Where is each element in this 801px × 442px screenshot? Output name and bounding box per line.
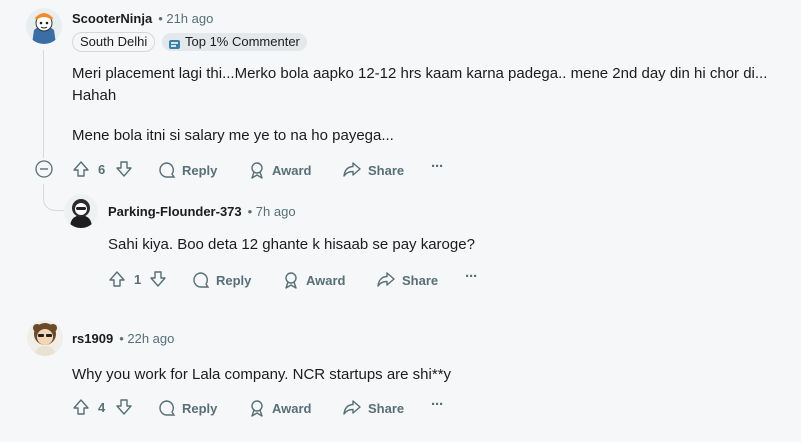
award-label: Award <box>306 272 346 288</box>
vote-count: 4 <box>98 400 106 415</box>
top-commenter-flair: Top 1% Commenter <box>162 33 307 51</box>
share-label: Share <box>402 272 439 288</box>
reply-label: Reply <box>216 272 252 288</box>
share-icon <box>343 400 361 415</box>
top-commenter-label: Top 1% Commenter <box>185 34 300 49</box>
award-button[interactable]: Award <box>248 399 312 417</box>
downvote-icon <box>116 399 132 415</box>
comment-bubble-icon <box>159 162 176 178</box>
downvote-icon <box>116 161 132 177</box>
username[interactable]: Parking-Flounder-373 <box>108 204 242 219</box>
upvote-button[interactable] <box>108 270 126 288</box>
comment-body-line: Sahi kiya. Boo deta 12 ghante k hisaab s… <box>108 236 475 253</box>
share-icon <box>377 272 395 287</box>
username[interactable]: rs1909 <box>72 331 113 346</box>
avatar[interactable] <box>27 320 63 356</box>
share-icon <box>343 162 361 177</box>
collapse-button[interactable] <box>35 160 53 178</box>
award-button[interactable]: Award <box>282 271 346 289</box>
more-options-button[interactable]: ··· <box>431 396 444 413</box>
comment-bubble-icon <box>193 272 210 288</box>
award-icon <box>251 400 263 417</box>
downvote-icon <box>150 271 166 287</box>
timestamp[interactable]: • 7h ago <box>248 204 296 219</box>
location-flair: South Delhi <box>72 32 156 52</box>
award-label: Award <box>272 162 312 178</box>
timestamp[interactable]: • 22h ago <box>119 331 174 346</box>
award-icon <box>285 272 297 289</box>
comment-body-line: Meri placement lagi thi...Merko bola aap… <box>72 65 768 82</box>
upvote-button[interactable] <box>72 160 90 178</box>
more-options-button[interactable]: ··· <box>465 268 478 285</box>
upvote-button[interactable] <box>72 398 90 416</box>
share-button[interactable]: Share <box>376 271 438 289</box>
vote-count: 1 <box>134 272 142 287</box>
reply-connector-curve <box>43 188 66 211</box>
downvote-button[interactable] <box>115 398 133 416</box>
avatar[interactable] <box>26 8 62 44</box>
downvote-button[interactable] <box>115 160 133 178</box>
reply-button[interactable]: Reply <box>158 161 217 179</box>
reply-button[interactable]: Reply <box>192 271 251 289</box>
share-button[interactable]: Share <box>342 161 404 179</box>
more-options-button[interactable]: ··· <box>431 158 444 175</box>
share-label: Share <box>368 162 405 178</box>
share-button[interactable]: Share <box>342 399 404 417</box>
reply-button[interactable]: Reply <box>158 399 217 417</box>
minus-circle-icon <box>35 160 53 178</box>
vote-count: 6 <box>98 162 106 177</box>
award-button[interactable]: Award <box>248 161 312 179</box>
comment-body-line: Why you work for Lala company. NCR start… <box>72 366 452 383</box>
upvote-icon <box>73 399 89 415</box>
comment-body-line: Mene bola itni si salary me ye to na ho … <box>72 127 394 144</box>
award-icon <box>251 162 263 179</box>
share-label: Share <box>368 400 405 416</box>
timestamp[interactable]: • 21h ago <box>158 11 213 26</box>
thread-line[interactable] <box>43 50 44 158</box>
upvote-icon <box>73 161 89 177</box>
comment-body-line: Hahah <box>72 87 117 104</box>
reply-label: Reply <box>182 400 218 416</box>
reply-label: Reply <box>182 162 218 178</box>
comment-bubble-icon <box>159 400 176 416</box>
award-label: Award <box>272 400 312 416</box>
username[interactable]: ScooterNinja <box>72 11 152 26</box>
commenter-badge-icon <box>169 37 180 49</box>
upvote-icon <box>109 271 125 287</box>
downvote-button[interactable] <box>149 270 167 288</box>
avatar[interactable] <box>64 194 98 228</box>
